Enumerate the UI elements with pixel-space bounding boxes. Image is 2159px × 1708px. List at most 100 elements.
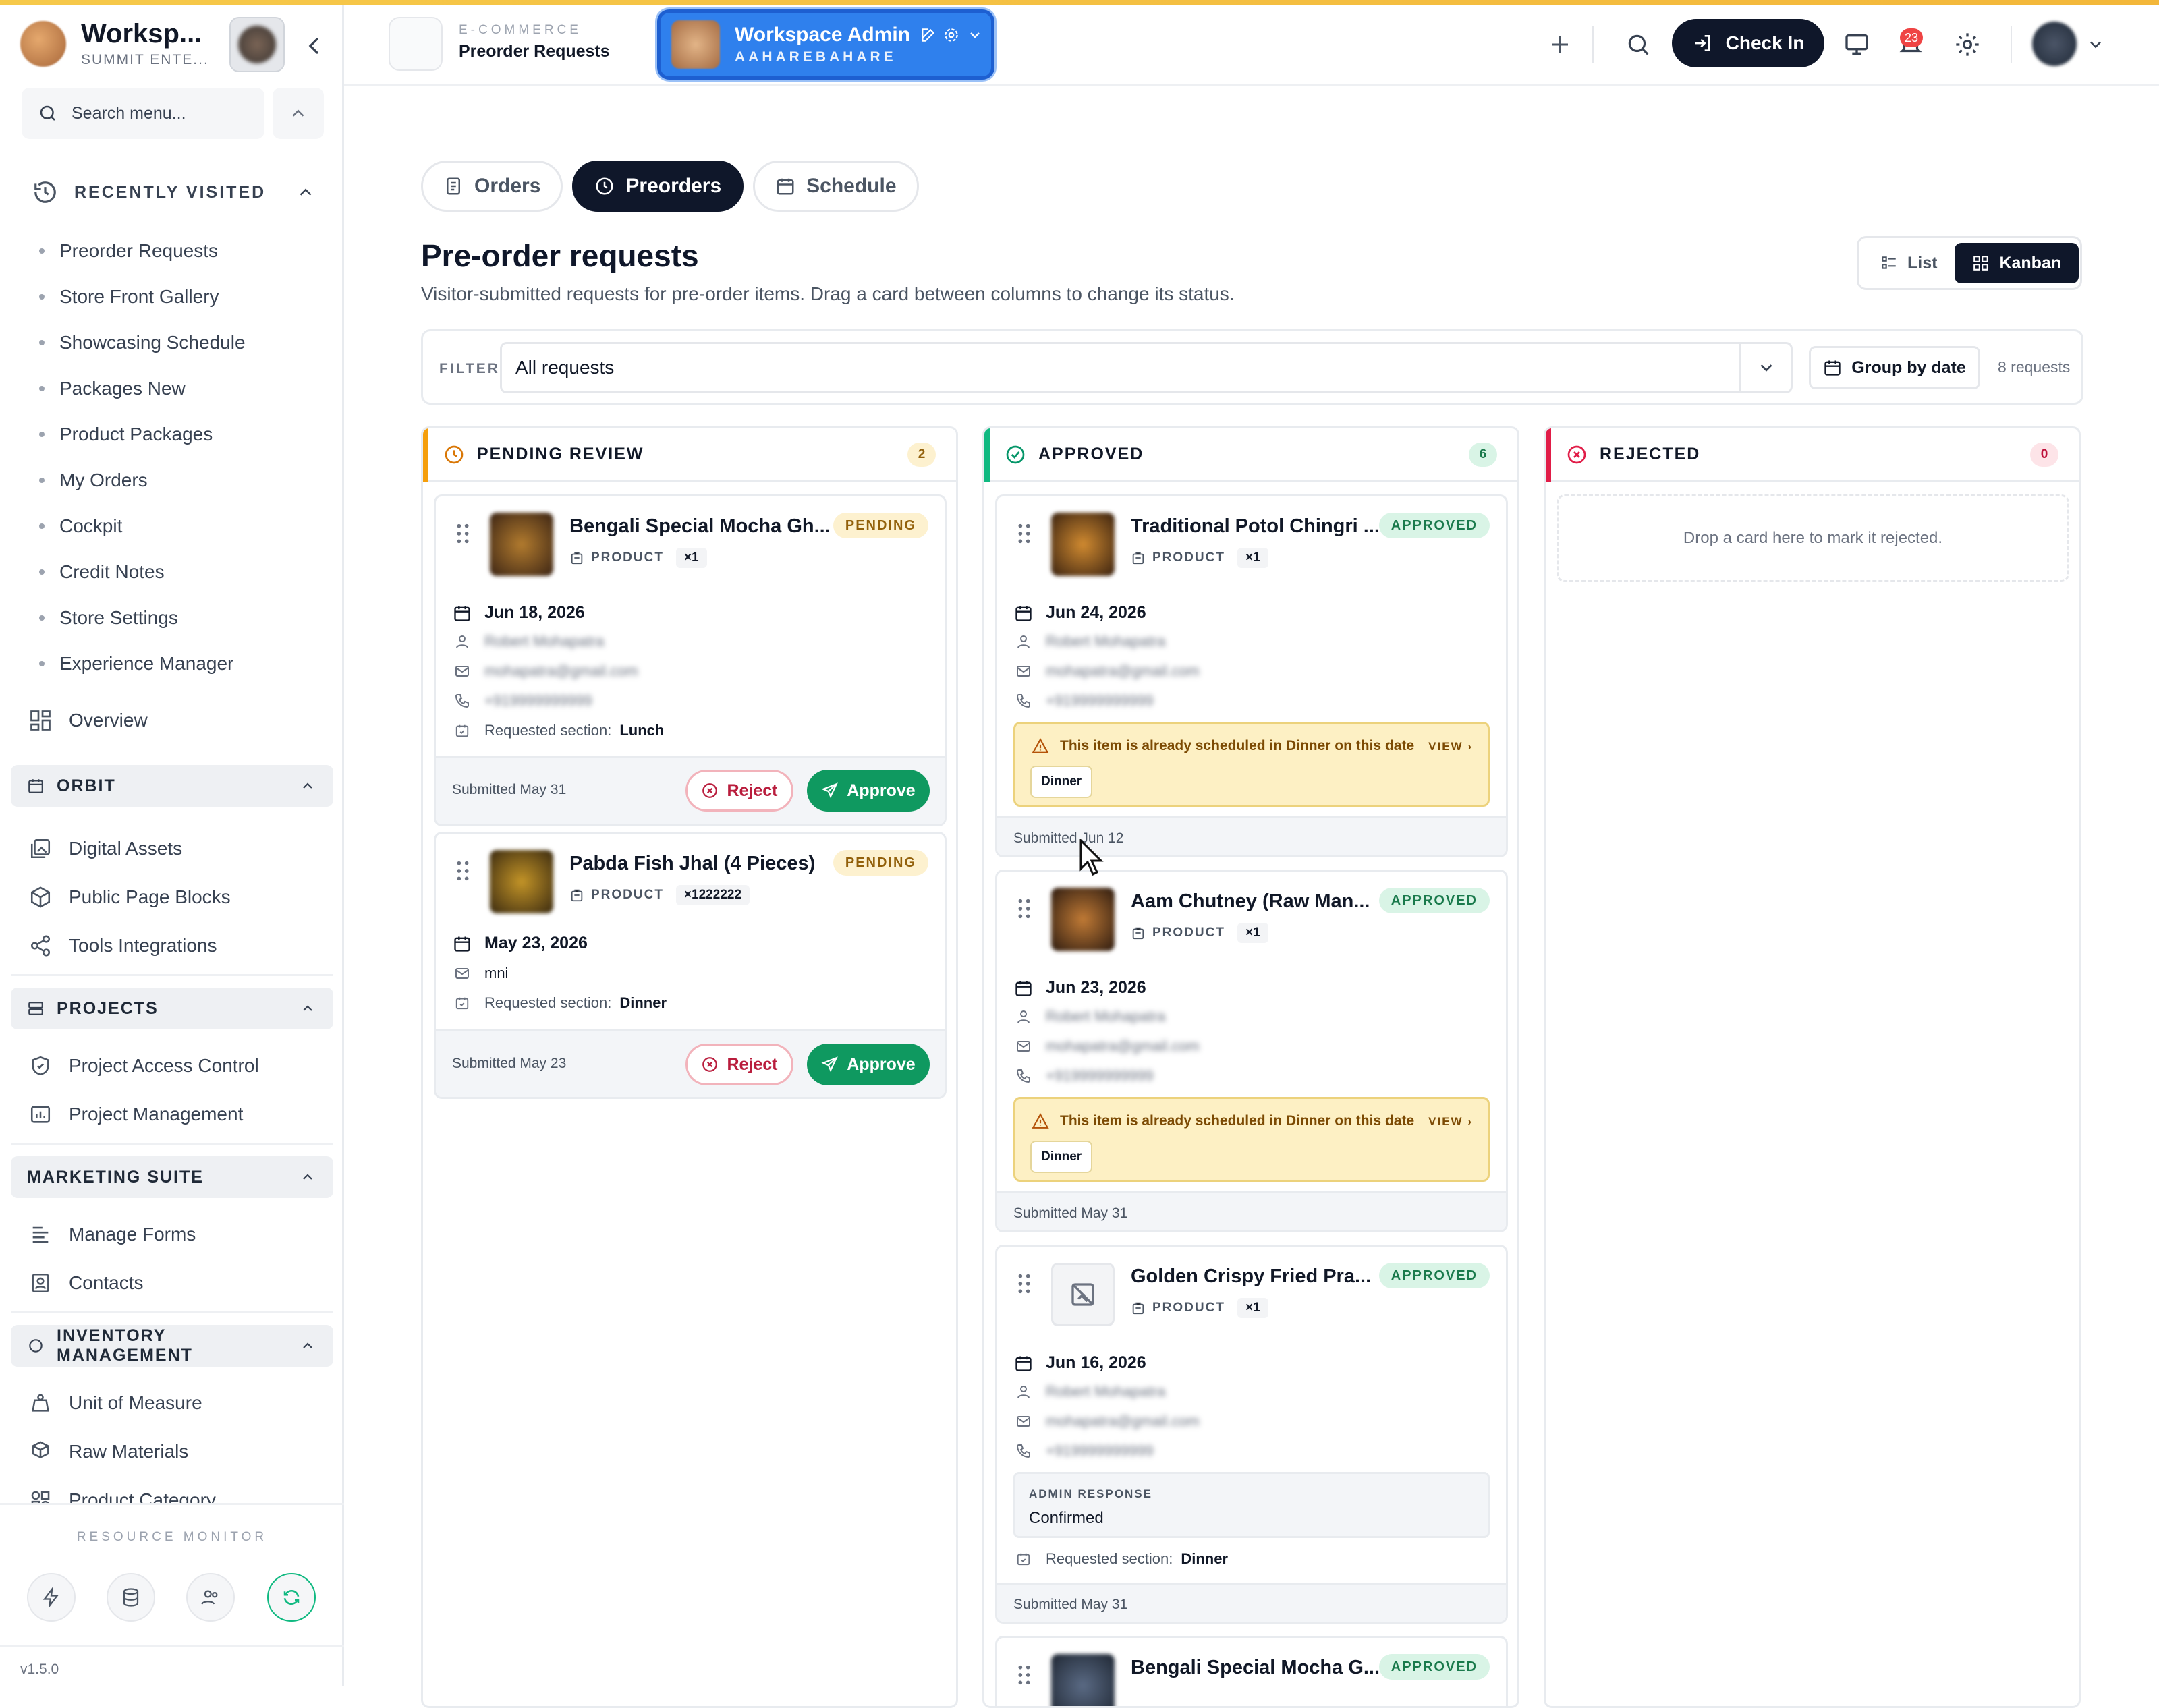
send-icon xyxy=(821,1056,839,1073)
recent-item[interactable]: Experience Manager xyxy=(39,641,246,687)
add-button[interactable] xyxy=(1538,23,1581,66)
column-title: APPROVED xyxy=(1038,445,1144,463)
preorder-card[interactable]: Traditional Potol Chingri ... PRODUCT ×1 … xyxy=(995,494,1508,857)
group-by-date-button[interactable]: Group by date xyxy=(1809,346,1980,389)
preorder-card[interactable]: Golden Crispy Fried Pra... PRODUCT ×1 APP… xyxy=(995,1245,1508,1624)
warning-view-link[interactable]: VIEW › xyxy=(1428,1115,1473,1129)
product-name: Bengali Special Mocha Gh... xyxy=(569,515,831,537)
grid-icon xyxy=(1972,254,1990,272)
recent-item[interactable]: Store Front Gallery xyxy=(39,274,246,320)
reject-button[interactable]: Reject xyxy=(685,1044,793,1085)
sidebar-item-unit-of-measure[interactable]: Unit of Measure xyxy=(28,1383,202,1423)
resource-cpu-button[interactable] xyxy=(27,1573,76,1622)
preorder-card[interactable]: Pabda Fish Jhal (4 Pieces) PRODUCT ×12222… xyxy=(434,832,947,1099)
recent-item[interactable]: Credit Notes xyxy=(39,549,246,595)
recent-item[interactable]: Store Settings xyxy=(39,595,246,641)
reject-button[interactable]: Reject xyxy=(685,770,793,812)
group-orbit-header[interactable]: ORBIT xyxy=(11,765,333,807)
preorder-card[interactable]: Aam Chutney (Raw Man... PRODUCT ×1 APPROV… xyxy=(995,870,1508,1232)
sidebar-item-raw-materials[interactable]: Raw Materials xyxy=(28,1431,188,1472)
calendar-icon xyxy=(775,176,795,196)
mail-icon xyxy=(1013,663,1034,679)
recent-item[interactable]: Preorder Requests xyxy=(39,228,246,274)
settings-button[interactable] xyxy=(1946,23,1989,66)
tab-preorders[interactable]: Preorders xyxy=(572,161,744,212)
brand[interactable]: Worksp... SUMMIT ENTE... xyxy=(20,19,209,68)
preorder-card[interactable]: Bengali Special Mocha Gh... PRODUCT ×1 PE… xyxy=(434,494,947,826)
resource-database-button[interactable] xyxy=(107,1573,155,1622)
search-icon xyxy=(40,105,55,121)
customer-email: mni xyxy=(484,965,509,981)
top-header: E-COMMERCE Preorder Requests Workspace A… xyxy=(344,5,2159,86)
x-circle-icon xyxy=(702,1057,718,1072)
view-list-button[interactable]: List xyxy=(1863,243,1955,283)
collapse-sidebar-button[interactable] xyxy=(300,32,327,59)
calendar-icon xyxy=(1013,604,1034,623)
sidebar-item-public-page-blocks[interactable]: Public Page Blocks xyxy=(28,877,231,917)
login-icon xyxy=(1694,35,1710,51)
user-menu-toggle[interactable] xyxy=(2081,23,2110,66)
workspace-title: Workspace Admin xyxy=(735,24,911,46)
tab-orders[interactable]: Orders xyxy=(421,161,563,212)
workspace-switcher[interactable]: Workspace Admin AAHAREBAHARE xyxy=(657,9,994,80)
user-icon xyxy=(1013,633,1034,650)
view-toggle: List Kanban xyxy=(1857,236,2082,290)
filter-select[interactable]: All requests xyxy=(500,342,1793,393)
global-search-button[interactable] xyxy=(1617,23,1660,66)
breadcrumb-module: E-COMMERCE xyxy=(459,23,582,37)
sidebar-item-digital-assets[interactable]: Digital Assets xyxy=(28,828,182,869)
module-icon-box xyxy=(389,17,443,71)
sidebar-item-project-management[interactable]: Project Management xyxy=(28,1094,243,1135)
calendar-icon xyxy=(28,779,43,793)
boxes-icon xyxy=(28,1440,53,1464)
lightning-icon xyxy=(43,1587,59,1607)
group-marketing-header[interactable]: MARKETING SUITE xyxy=(11,1156,333,1198)
sidebar-item-tools-integrations[interactable]: Tools Integrations xyxy=(28,926,217,966)
reject-drop-zone[interactable]: Drop a card here to mark it rejected. xyxy=(1557,494,2069,582)
section-tabs: Orders Preorders Schedule xyxy=(421,161,919,212)
group-label: ORBIT xyxy=(57,776,116,795)
group-projects-header[interactable]: PROJECTS xyxy=(11,988,333,1029)
tab-schedule[interactable]: Schedule xyxy=(753,161,919,212)
recent-item[interactable]: My Orders xyxy=(39,457,246,503)
search-menu-input[interactable]: Search menu... xyxy=(22,88,264,139)
group-inventory-header[interactable]: INVENTORY MANAGEMENT xyxy=(11,1325,333,1367)
calendar-icon xyxy=(1013,979,1034,998)
sidebar-item-label: Public Page Blocks xyxy=(69,886,231,907)
workspace-subtitle: AAHAREBAHARE xyxy=(735,49,897,65)
tab-label: Preorders xyxy=(625,175,722,197)
approve-button[interactable]: Approve xyxy=(807,770,930,812)
recent-item[interactable]: Cockpit xyxy=(39,503,246,549)
approve-button[interactable]: Approve xyxy=(807,1044,930,1085)
user-avatar[interactable] xyxy=(2032,22,2077,66)
status-badge: APPROVED xyxy=(1378,888,1490,913)
mail-icon xyxy=(1013,1413,1034,1429)
view-kanban-button[interactable]: Kanban xyxy=(1955,243,2079,283)
database-icon xyxy=(123,1588,139,1607)
recent-item[interactable]: Product Packages xyxy=(39,411,246,457)
resource-users-button[interactable] xyxy=(186,1573,235,1622)
sidebar-item-contacts[interactable]: Contacts xyxy=(28,1263,144,1303)
sidebar-item-manage-forms[interactable]: Manage Forms xyxy=(28,1214,196,1255)
preorder-card[interactable]: Bengali Special Mocha G... APPROVED xyxy=(995,1636,1508,1706)
mouse-cursor-icon xyxy=(1080,839,1104,876)
check-in-button[interactable]: Check In xyxy=(1672,19,1824,67)
workspace-image xyxy=(671,20,720,69)
recently-visited-header[interactable]: RECENTLY VISITED xyxy=(32,179,316,205)
monitor-button[interactable] xyxy=(1835,23,1878,66)
recent-item[interactable]: Showcasing Schedule xyxy=(39,320,246,366)
quantity-badge: ×1 xyxy=(1237,1298,1268,1318)
warning-view-link[interactable]: VIEW › xyxy=(1428,740,1473,753)
collapse-all-button[interactable] xyxy=(273,88,324,139)
phone-icon xyxy=(1013,1068,1034,1084)
sidebar-item-project-access-control[interactable]: Project Access Control xyxy=(28,1046,259,1086)
x-circle-icon xyxy=(702,783,718,798)
sidebar-item-overview[interactable]: Overview xyxy=(28,700,148,741)
recent-item[interactable]: Packages New xyxy=(39,366,246,411)
sidebar-item-product-category[interactable]: Product Category xyxy=(28,1480,216,1503)
sidebar-item-label: Tools Integrations xyxy=(69,935,217,956)
resource-sync-button[interactable] xyxy=(267,1573,316,1622)
column-rejected: REJECTED 0 Drop a card here to mark it r… xyxy=(1544,426,2081,1708)
workspace-avatar[interactable] xyxy=(229,17,285,72)
customer-name: Robert Mohapatra xyxy=(1046,1008,1166,1025)
